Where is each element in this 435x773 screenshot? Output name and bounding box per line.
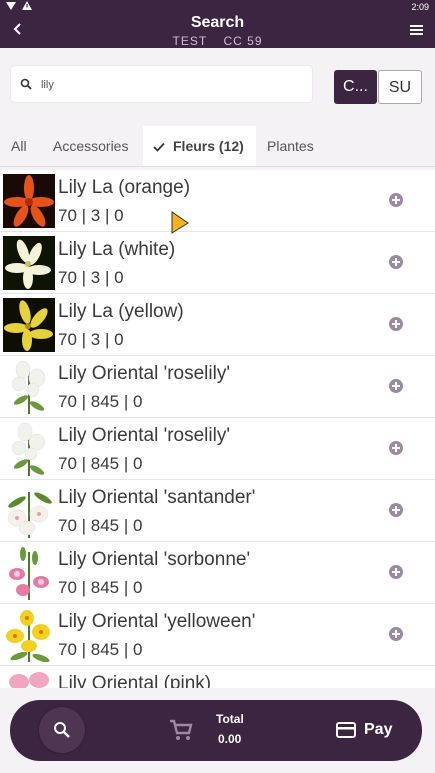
add-item-button[interactable] [389,503,403,517]
hamburger-icon [410,25,423,35]
product-name: Lily Oriental 'roselily' [58,363,230,384]
product-name: Lily La (white) [58,239,176,260]
search-input[interactable] [39,74,303,96]
product-meta: 70 | 845 | 0 [58,640,143,659]
product-thumbnail [3,546,55,600]
menu-button[interactable] [409,24,425,38]
list-item[interactable]: Lily Oriental 'sorbonne' 70 | 845 | 0 [0,542,435,604]
bottom-bar: Total 0.00 Pay [10,700,422,761]
product-thumbnail [3,670,55,688]
total-value: 0.00 [218,732,242,746]
product-meta: 70 | 3 | 0 [58,268,124,287]
list-item[interactable]: Lily Oriental 'santander' 70 | 845 | 0 [0,480,435,542]
cart-icon[interactable] [168,717,194,743]
status-icons [6,1,32,12]
product-name: Lily La (orange) [58,177,191,198]
total-label: Total [216,712,244,726]
list-item[interactable]: Lily Oriental 'roselily' 70 | 845 | 0 [0,418,435,480]
list-item[interactable]: Lily La (orange) 70 | 3 | 0 [0,170,435,232]
segment-su-button[interactable]: SU [378,70,422,104]
subtitle-right: CC 59 [223,34,263,48]
status-time: 2:09 [411,2,429,12]
list-item[interactable]: Lily La (yellow) 70 | 3 | 0 [0,294,435,356]
search-fab-button[interactable] [39,707,85,753]
product-name: Lily Oriental 'sorbonne' [58,549,251,570]
tab-accessories[interactable]: Accessories [53,126,128,166]
list-item[interactable]: Lily Oriental 'roselily' 70 | 845 | 0 [0,356,435,418]
add-item-button[interactable] [389,317,403,331]
add-item-button[interactable] [389,379,403,393]
status-bar: 2:09 [0,0,435,14]
list-item[interactable]: Lily Oriental (pink) [0,666,435,688]
page-subtitle: TEST CC 59 [0,34,435,48]
credit-card-icon [336,722,356,738]
add-item-button[interactable] [389,627,403,641]
warning-icon [22,1,32,12]
product-thumbnail [3,298,55,352]
add-item-button[interactable] [389,193,403,207]
product-thumbnail [3,608,55,662]
tab-all[interactable]: All [11,126,27,166]
product-thumbnail [3,174,55,228]
tab-plantes[interactable]: Plantes [267,126,314,166]
list-item[interactable]: Lily Oriental 'yelloween' 70 | 845 | 0 [0,604,435,666]
search-icon [20,78,32,90]
segment-c-button[interactable]: C... [334,70,377,104]
product-meta: 70 | 3 | 0 [58,206,124,225]
tab-fleurs[interactable]: Fleurs (12) [143,126,256,166]
add-item-button[interactable] [389,255,403,269]
product-meta: 70 | 3 | 0 [58,330,124,349]
product-thumbnail [3,236,55,290]
app-header: Search TEST CC 59 [0,14,435,48]
list-item[interactable]: Lily La (white) 70 | 3 | 0 [0,232,435,294]
category-tabs: All Accessories Fleurs (12) Plantes [0,126,435,167]
search-icon [54,722,70,738]
product-name: Lily Oriental (pink) [58,673,212,688]
product-name: Lily Oriental 'roselily' [58,425,230,446]
add-item-button[interactable] [389,441,403,455]
product-meta: 70 | 845 | 0 [58,516,143,535]
subtitle-left: TEST [172,34,208,48]
product-list: Lily La (orange) 70 | 3 | 0 Lily La (whi… [0,170,435,688]
pay-label: Pay [364,721,393,738]
product-thumbnail [3,422,55,476]
product-meta: 70 | 845 | 0 [58,392,143,411]
signal-icon [6,1,16,12]
product-name: Lily Oriental 'yelloween' [58,611,256,632]
page-title: Search [190,14,245,31]
product-thumbnail [3,360,55,414]
add-item-button[interactable] [389,565,403,579]
search-box[interactable] [11,66,312,102]
product-meta: 70 | 845 | 0 [58,578,143,597]
pay-button[interactable]: Pay [336,718,392,742]
product-name: Lily Oriental 'santander' [58,487,256,508]
check-icon [153,127,165,167]
mouse-cursor-icon [171,211,189,234]
tab-fleurs-label: Fleurs (12) [173,138,244,154]
product-thumbnail [3,484,55,538]
product-meta: 70 | 845 | 0 [58,454,143,473]
search-area: C... SU [0,48,435,126]
product-name: Lily La (yellow) [58,301,184,322]
